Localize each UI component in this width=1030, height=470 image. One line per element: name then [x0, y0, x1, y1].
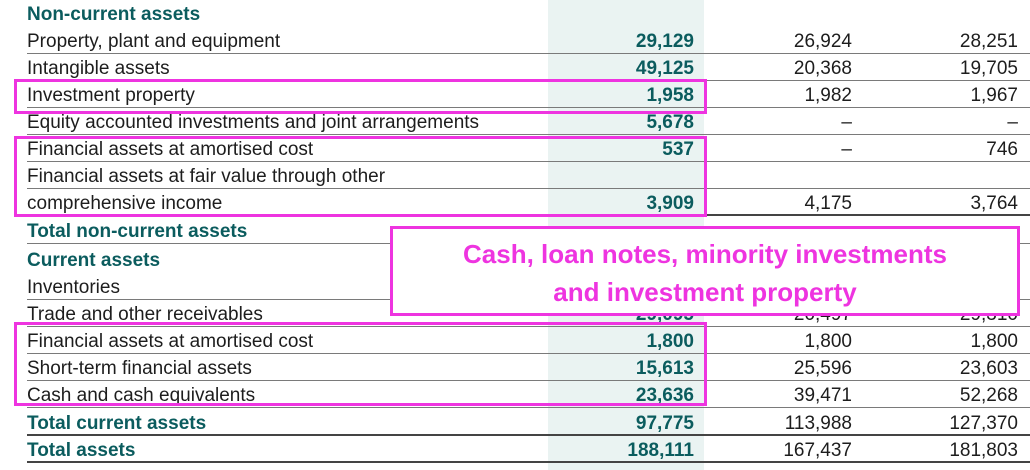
cell-c3: 1,967	[970, 85, 1018, 106]
cell-c1: 29,129	[635, 31, 694, 52]
row-label: Intangible assets	[27, 58, 170, 79]
cell-c1: 97,775	[635, 413, 694, 434]
cell-c3: 28,251	[959, 31, 1018, 52]
cell-c3: 3,764	[970, 193, 1018, 214]
cell-c1: 49,125	[635, 58, 694, 79]
cell-c1: 5,678	[646, 112, 694, 133]
cell-c1: 188,111	[627, 440, 694, 461]
cell-c2: 26,924	[793, 31, 852, 52]
row-label: Equity accounted investments and joint a…	[27, 112, 480, 133]
callout-annotation: Cash, loan notes, minority investments a…	[390, 226, 1020, 316]
cell-c2: 20,368	[793, 58, 852, 79]
cell-c3: 23,603	[959, 358, 1018, 379]
cell-c2: 113,988	[784, 413, 852, 434]
highlight-box-financial-assets	[14, 136, 707, 217]
cell-c3: 19,705	[959, 58, 1018, 79]
row-label: Current assets	[27, 250, 161, 271]
row-label: Non-current assets	[27, 4, 201, 25]
cell-c2: 167,437	[783, 440, 852, 461]
row-label: Total current assets	[27, 413, 207, 434]
callout-line-2: and investment property	[553, 277, 857, 307]
cell-c2: 1,982	[804, 85, 852, 106]
cell-c3: 127,370	[949, 413, 1018, 434]
total-row: Total assets 188,111 167,437 181,803	[0, 436, 1030, 463]
cell-c2: –	[841, 139, 852, 160]
section-heading-row: Non-current assets	[0, 0, 1030, 27]
cell-c3: 52,268	[959, 385, 1018, 406]
table-row: Property, plant and equipment 29,129 26,92…	[0, 27, 1030, 54]
cell-c2: 4,175	[804, 193, 852, 214]
table-row: Intangible assets 49,125 20,368 19,705	[0, 54, 1030, 81]
highlight-box-cash-and-short-term	[14, 322, 707, 406]
cell-c2: 1,800	[804, 331, 852, 352]
row-divider	[27, 461, 1030, 463]
cell-c3: 181,803	[949, 440, 1018, 461]
row-divider	[27, 407, 1030, 408]
cell-c2: 25,596	[793, 358, 852, 379]
cell-c2: –	[841, 112, 852, 133]
cell-c3: 746	[986, 139, 1018, 160]
row-label: Total non-current assets	[27, 221, 248, 242]
cell-c3: 1,800	[970, 331, 1018, 352]
row-label: Inventories	[27, 277, 120, 298]
row-label: Total assets	[27, 440, 136, 461]
row-label: Property, plant and equipment	[27, 31, 281, 52]
highlight-box-investment-property	[14, 79, 707, 114]
cell-c3: –	[1007, 112, 1018, 133]
cell-c2: 39,471	[793, 385, 852, 406]
total-row: Total current assets 97,775 113,988 127,370	[0, 409, 1030, 436]
callout-line-1: Cash, loan notes, minority investments	[463, 239, 947, 269]
